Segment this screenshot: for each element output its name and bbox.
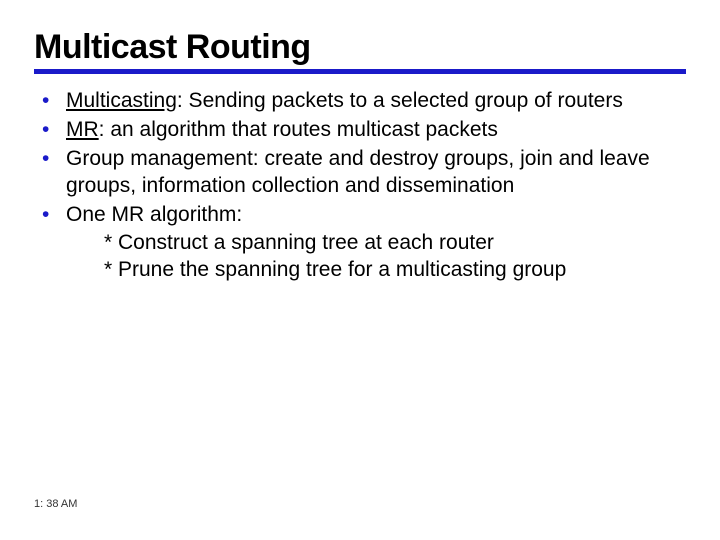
slide-title: Multicast Routing [34,28,686,74]
bullet-term: Multicasting [66,89,177,112]
bullet-item: • One MR algorithm: [40,202,686,229]
bullet-dot-icon: • [40,202,66,229]
sub-bullet: * Prune the spanning tree for a multicas… [40,257,686,284]
bullet-text: One MR algorithm: [66,202,686,229]
bullet-dot-icon: • [40,146,66,173]
bullet-rest: : Sending packets to a selected group of… [177,89,623,112]
bullet-dot-icon: • [40,88,66,115]
bullet-item: • Group management: create and destroy g… [40,146,686,200]
bullet-rest: : an algorithm that routes multicast pac… [99,118,498,141]
timestamp: 1: 38 AM [34,498,77,510]
bullet-dot-icon: • [40,117,66,144]
sub-bullet: * Construct a spanning tree at each rout… [40,230,686,257]
slide: Multicast Routing • Multicasting: Sendin… [0,0,720,540]
bullet-text: MR: an algorithm that routes multicast p… [66,117,686,144]
bullet-text: Multicasting: Sending packets to a selec… [66,88,686,115]
slide-body: • Multicasting: Sending packets to a sel… [34,88,686,284]
bullet-term: MR [66,118,99,141]
bullet-text: Group management: create and destroy gro… [66,146,686,200]
bullet-item: • Multicasting: Sending packets to a sel… [40,88,686,115]
bullet-item: • MR: an algorithm that routes multicast… [40,117,686,144]
